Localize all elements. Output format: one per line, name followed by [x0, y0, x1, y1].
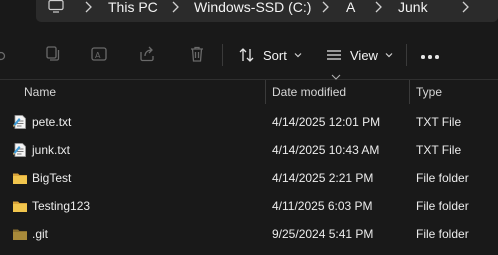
toolbar-divider [406, 44, 407, 66]
file-row[interactable]: Testing123 4/11/2025 6:03 PM File folder [0, 192, 498, 220]
cut-icon[interactable] [0, 45, 10, 63]
breadcrumb-this-pc[interactable]: This PC [108, 0, 158, 14]
file-date: 4/14/2025 2:21 PM [272, 171, 374, 185]
file-name: .git [32, 227, 49, 241]
rename-icon[interactable]: A [90, 45, 108, 63]
address-bar: This PC Windows-SSD (C:) A Junk [0, 0, 498, 22]
file-name: BigTest [32, 171, 72, 185]
file-name: pete.txt [32, 115, 72, 129]
view-label: View [350, 47, 378, 63]
column-date-modified[interactable]: Date modified [272, 85, 346, 99]
file-type: TXT File [416, 115, 462, 129]
view-button[interactable]: View [325, 42, 393, 68]
chevron-right-icon[interactable] [318, 0, 332, 14]
column-divider[interactable] [409, 80, 410, 104]
chevron-right-icon[interactable] [168, 0, 182, 14]
column-header: Name Date modified Type [0, 74, 498, 104]
copy-icon[interactable] [44, 45, 62, 63]
file-row[interactable]: .git 9/25/2024 5:41 PM File folder [0, 220, 498, 248]
breadcrumb-junk[interactable]: Junk [398, 0, 428, 14]
file-type: File folder [416, 227, 469, 241]
more-options-icon[interactable] [421, 54, 441, 60]
chevron-right-icon[interactable] [458, 0, 472, 14]
file-row[interactable]: pete.txt 4/14/2025 12:01 PM TXT File [0, 108, 498, 136]
file-row[interactable]: junk.txt 4/14/2025 10:43 AM TXT File [0, 136, 498, 164]
share-icon[interactable] [138, 45, 156, 63]
toolbar-divider [222, 44, 223, 66]
column-name[interactable]: Name [24, 85, 56, 99]
file-type: File folder [416, 199, 469, 213]
file-row[interactable]: BigTest 4/14/2025 2:21 PM File folder [0, 164, 498, 192]
file-date: 4/11/2025 6:03 PM [272, 199, 373, 213]
view-icon [327, 50, 341, 60]
file-date: 9/25/2024 5:41 PM [272, 227, 374, 241]
sort-icon [239, 48, 254, 62]
sort-label: Sort [263, 47, 287, 63]
svg-text:A: A [95, 51, 101, 60]
file-date: 4/14/2025 10:43 AM [272, 143, 380, 157]
chevron-down-icon [385, 53, 393, 58]
column-type[interactable]: Type [416, 85, 442, 99]
command-bar: A Sort View [0, 28, 498, 78]
text-file-icon [13, 143, 26, 157]
folder-icon [13, 201, 27, 212]
file-name: junk.txt [32, 143, 71, 157]
breadcrumb-a[interactable]: A [346, 0, 355, 14]
chevron-right-icon[interactable] [81, 0, 95, 14]
sort-indicator-icon [331, 74, 341, 80]
delete-icon[interactable] [188, 45, 206, 63]
file-date: 4/14/2025 12:01 PM [272, 115, 381, 129]
text-file-icon [13, 115, 26, 129]
hidden-folder-icon [13, 229, 27, 240]
chevron-down-icon [294, 53, 302, 58]
file-name: Testing123 [32, 199, 91, 213]
this-pc-icon[interactable] [48, 0, 64, 13]
breadcrumb-drive[interactable]: Windows-SSD (C:) [194, 0, 311, 14]
sort-button[interactable]: Sort [238, 42, 302, 68]
file-type: File folder [416, 171, 469, 185]
folder-icon [13, 173, 27, 184]
column-divider[interactable] [265, 80, 266, 104]
file-type: TXT File [416, 143, 462, 157]
chevron-right-icon[interactable] [371, 0, 385, 14]
